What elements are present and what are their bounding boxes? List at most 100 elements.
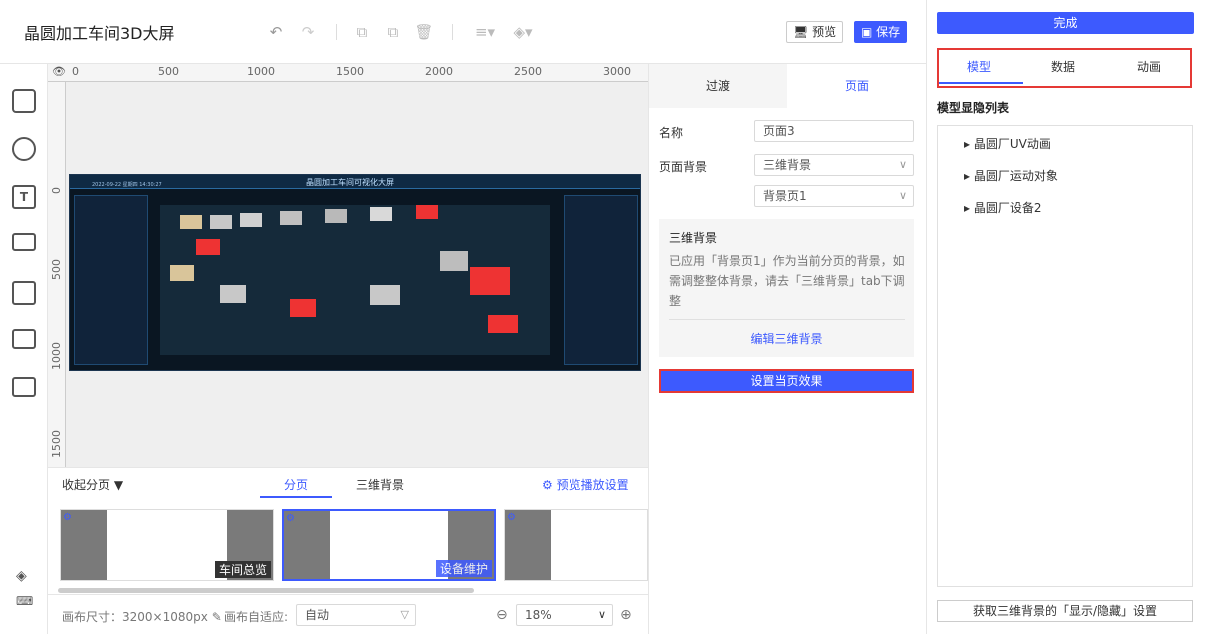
bg-page-value: 背景页1 bbox=[763, 189, 807, 203]
page-thumb[interactable]: ⚙ bbox=[504, 509, 648, 581]
info-box: 三维背景 已应用「背景页1」作为当前分页的背景，如需调整整体背景，请去「三维背景… bbox=[659, 219, 914, 357]
canvas-editor[interactable]: 👁 0 500 1000 1500 2000 2500 3000 0 500 1… bbox=[48, 64, 648, 467]
toolbar-divider bbox=[452, 24, 453, 40]
chevron-down-icon: ∨ bbox=[898, 189, 907, 202]
model-tree: ▸ 晶圆厂UV动画 ▸ 晶圆厂运动对象 ▸ 晶圆厂设备2 bbox=[937, 125, 1193, 587]
copy-icon[interactable]: ⧉ bbox=[352, 22, 372, 42]
pages-panel: 收起分页 ▼ 分页 三维背景 ⚙ 预览播放设置 ⚙ 车间总览 ⚙ 设备维护 ⚙ bbox=[48, 467, 648, 594]
scene-right-panel bbox=[564, 195, 638, 365]
ruler-tick: 500 bbox=[50, 259, 63, 280]
page-title: 晶圆加工车间3D大屏 bbox=[24, 24, 175, 43]
tab-animation[interactable]: 动画 bbox=[1137, 58, 1161, 75]
scene-block bbox=[170, 265, 194, 281]
apply-page-effect-button[interactable]: 设置当页效果 bbox=[659, 369, 914, 393]
done-button[interactable]: 完成 bbox=[937, 12, 1194, 34]
canvas-adapt-select[interactable]: 自动 ▽ bbox=[296, 604, 416, 626]
zoom-in-icon[interactable]: ⊕ bbox=[620, 607, 632, 623]
tab-model[interactable]: 模型 bbox=[967, 58, 991, 75]
page-thumb-selected[interactable]: ⚙ 设备维护 bbox=[282, 509, 496, 581]
ruler-vertical: 0 500 1000 1500 bbox=[48, 82, 66, 467]
chevron-down-icon: ▽ bbox=[400, 608, 409, 621]
canvas-status-bar: 画布尺寸：3200×1080px ✎ 画布自适应: 自动 ▽ ⊖ 18% ∨ ⊕ bbox=[48, 594, 648, 634]
canvas-adapt-label: 画布自适应: bbox=[224, 610, 289, 624]
edit-icon[interactable]: ✎ bbox=[212, 610, 222, 624]
caret-right-icon: ▸ bbox=[964, 137, 971, 151]
ruler-tick: 0 bbox=[72, 65, 79, 78]
model-panel: 完成 模型 数据 动画 模型显隐列表 ▸ 晶圆厂UV动画 ▸ 晶圆厂运动对象 ▸… bbox=[926, 0, 1205, 634]
inbox-icon[interactable] bbox=[12, 281, 36, 305]
tree-item[interactable]: ▸ 晶圆厂UV动画 bbox=[964, 135, 1051, 152]
scene-block bbox=[220, 285, 246, 303]
undo-icon[interactable]: ↶ bbox=[266, 22, 286, 42]
ruler-tick: 1500 bbox=[336, 65, 364, 78]
zoom-value: 18% bbox=[525, 608, 552, 622]
bg-page-select[interactable]: 背景页1 ∨ bbox=[754, 185, 914, 207]
model-tabs: 模型 数据 动画 bbox=[937, 48, 1192, 88]
scene-block bbox=[280, 211, 302, 225]
scene-block bbox=[180, 215, 202, 229]
keyboard-icon[interactable]: ⌨ bbox=[16, 594, 33, 608]
3d-scene-preview[interactable]: 晶圆加工车间可视化大屏 2022-09-22 星期四 14:30:27 bbox=[69, 174, 641, 371]
preview-button[interactable]: 🖥 预览 bbox=[786, 21, 844, 43]
scene-block bbox=[196, 239, 220, 255]
tab-3d-background[interactable]: 三维背景 bbox=[356, 476, 404, 493]
ruler-tick: 1500 bbox=[50, 430, 63, 458]
scene-block bbox=[240, 213, 262, 227]
layer-icon[interactable]: ◈▾ bbox=[510, 22, 536, 42]
get-visibility-button[interactable]: 获取三维背景的「显示/隐藏」设置 bbox=[937, 600, 1193, 622]
gear-icon: ⚙ bbox=[507, 512, 516, 523]
chart-pie-icon[interactable] bbox=[12, 137, 36, 161]
tree-item-label: 晶圆厂UV动画 bbox=[973, 137, 1051, 151]
tab-data[interactable]: 数据 bbox=[1051, 58, 1075, 75]
paste-icon[interactable]: ⧉ bbox=[383, 22, 403, 42]
ruler-tick: 1000 bbox=[50, 342, 63, 370]
page-thumb-label: 设备维护 bbox=[435, 560, 492, 577]
text-icon[interactable]: T bbox=[12, 185, 36, 209]
tree-item[interactable]: ▸ 晶圆厂设备2 bbox=[964, 199, 1042, 216]
page-bg-select[interactable]: 三维背景 ∨ bbox=[754, 154, 914, 176]
page-thumb[interactable]: ⚙ 车间总览 bbox=[60, 509, 274, 581]
tree-item[interactable]: ▸ 晶圆厂运动对象 bbox=[964, 167, 1058, 184]
eye-icon[interactable]: 👁 bbox=[52, 65, 66, 78]
tab-transition[interactable]: 过渡 bbox=[649, 64, 787, 108]
table-icon[interactable] bbox=[12, 329, 36, 349]
redo-icon[interactable]: ↷ bbox=[298, 22, 318, 42]
scene-block bbox=[470, 267, 510, 295]
divider bbox=[669, 319, 905, 320]
tab-indicator bbox=[260, 496, 332, 498]
layers-icon[interactable]: ◈ bbox=[16, 568, 27, 584]
toolbar-divider bbox=[336, 24, 337, 40]
delete-icon[interactable]: 🗑 bbox=[414, 22, 434, 42]
canvas-size: 画布尺寸：3200×1080px ✎ bbox=[62, 608, 222, 625]
tab-pages[interactable]: 分页 bbox=[284, 476, 308, 493]
scene-block bbox=[290, 299, 316, 317]
video-icon[interactable] bbox=[12, 233, 36, 251]
info-title: 三维背景 bbox=[669, 231, 718, 245]
caret-down-icon: ▼ bbox=[113, 478, 124, 492]
page-bg-label: 页面背景 bbox=[659, 160, 708, 174]
edit-3d-bg-link[interactable]: 编辑三维背景 bbox=[659, 330, 914, 347]
ruler-tick: 500 bbox=[158, 65, 179, 78]
zoom-out-icon[interactable]: ⊖ bbox=[496, 607, 508, 623]
cube-icon[interactable] bbox=[12, 89, 36, 113]
tree-item-label: 晶圆厂设备2 bbox=[973, 201, 1042, 215]
top-toolbar: 晶圆加工车间3D大屏 ↶ ↷ ⧉ ⧉ 🗑 ≡▾ ◈▾ 🖥 预览 ▣ 保存 bbox=[0, 0, 926, 64]
save-button[interactable]: ▣ 保存 bbox=[854, 21, 908, 43]
collapse-label: 收起分页 bbox=[62, 478, 111, 492]
archive-icon[interactable] bbox=[12, 377, 36, 397]
scrollbar[interactable] bbox=[58, 588, 474, 593]
page-thumb-label: 车间总览 bbox=[214, 561, 271, 578]
scene-block bbox=[370, 285, 400, 305]
page-name-input[interactable]: 页面3 bbox=[754, 120, 914, 142]
collapse-pages-toggle[interactable]: 收起分页 ▼ bbox=[62, 476, 123, 493]
preview-settings-link[interactable]: ⚙ 预览播放设置 bbox=[542, 476, 629, 493]
tree-item-label: 晶圆厂运动对象 bbox=[973, 169, 1058, 183]
zoom-select[interactable]: 18% ∨ bbox=[516, 604, 613, 626]
properties-panel: 过渡 页面 名称 页面3 页面背景 三维背景 ∨ 背景页1 ∨ 三维背景 已应用「背… bbox=[648, 64, 926, 634]
tab-page[interactable]: 页面 bbox=[787, 64, 927, 108]
ruler-tick: 2500 bbox=[514, 65, 542, 78]
name-label: 名称 bbox=[659, 126, 684, 140]
canvas-size-label: 画布尺寸：3200×1080px bbox=[62, 610, 208, 624]
align-icon[interactable]: ≡▾ bbox=[472, 22, 498, 42]
page-bg-value: 三维背景 bbox=[763, 158, 812, 172]
